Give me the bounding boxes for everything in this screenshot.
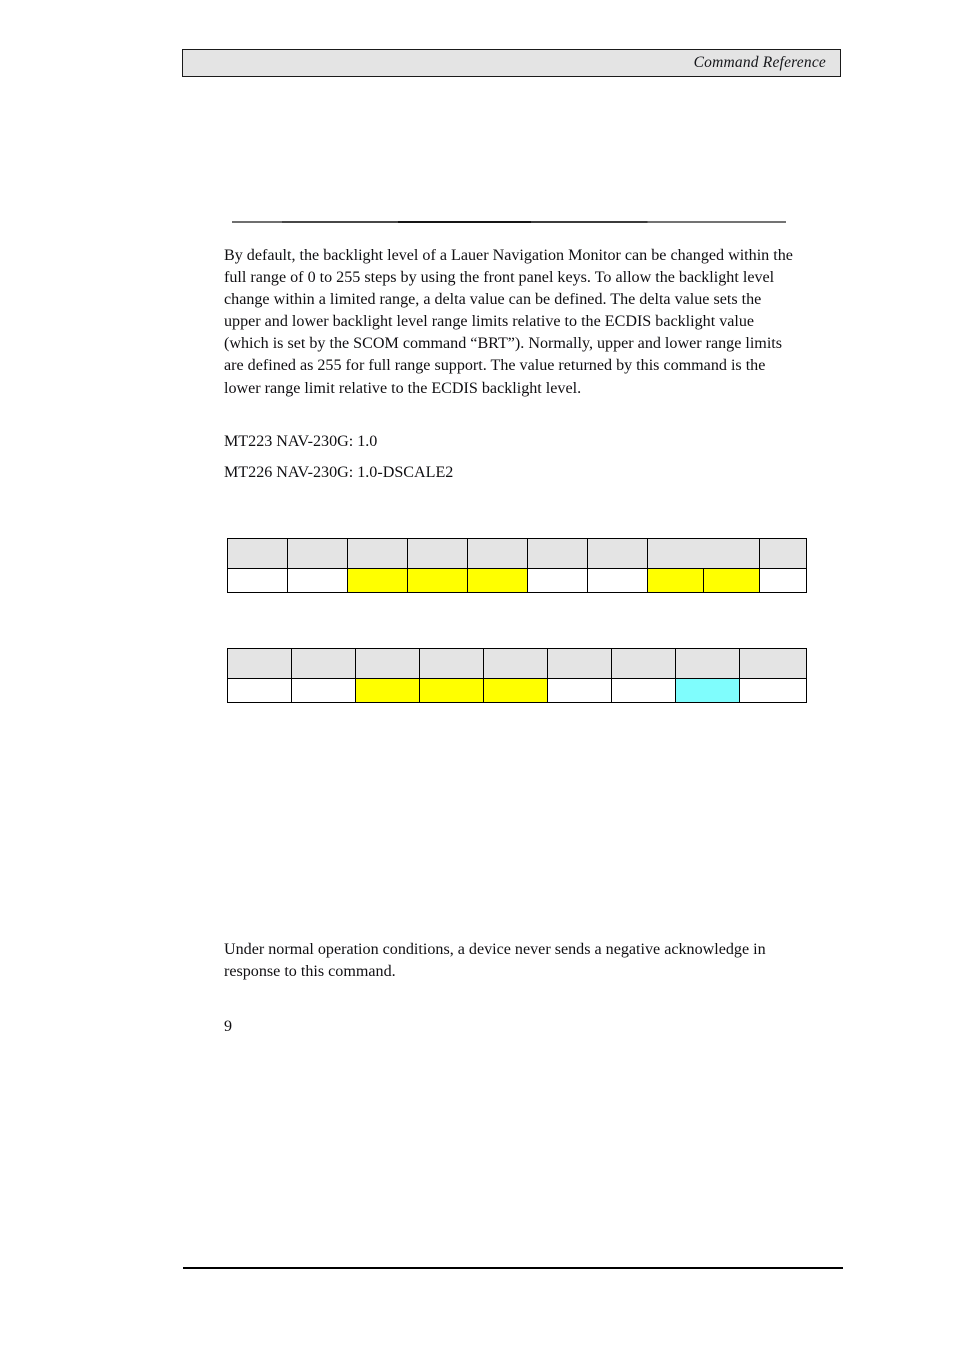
table-header-cell-1 — [291, 648, 356, 679]
table-data-cell-8 — [739, 678, 807, 703]
intro-paragraph: By default, the backlight level of a Lau… — [224, 247, 793, 397]
table-data-cell-2 — [355, 678, 420, 703]
version-line-mt226: MT226 NAV-230G: 1.0-DSCALE2 — [224, 464, 454, 481]
version-line-mt223: MT223 NAV-230G: 1.0 — [224, 433, 378, 450]
page-number: 9 — [224, 1018, 233, 1035]
table-header-cell-0 — [227, 538, 288, 569]
table-header-cell-2 — [355, 648, 420, 679]
table-header-cell-2 — [347, 538, 408, 569]
table-data-cell-6 — [611, 678, 676, 703]
table-header-cell-4 — [467, 538, 528, 569]
response-frame-table-body — [227, 648, 807, 703]
table-header-cell-5 — [547, 648, 612, 679]
table-data-cell-4 — [467, 568, 528, 593]
table-header-cell-8 — [739, 648, 807, 679]
section-divider-rule — [232, 221, 786, 223]
table-data-cell-7 — [647, 568, 704, 593]
response-frame-table — [227, 648, 807, 703]
table-data-cell-1 — [291, 678, 356, 703]
table-data-cell-3 — [407, 568, 468, 593]
table-data-cell-4 — [483, 678, 548, 703]
table-row — [227, 568, 807, 593]
table-header-cell-4 — [483, 648, 548, 679]
table-row — [227, 678, 807, 703]
negative-acknowledge-paragraph: Under normal operation conditions, a dev… — [224, 941, 766, 981]
table-header-row — [227, 538, 807, 569]
table-data-cell-5 — [527, 568, 588, 593]
table-header-cell-0 — [227, 648, 292, 679]
table-header-cell-1 — [287, 538, 348, 569]
table-data-cell-8 — [703, 568, 760, 593]
table-header-cell-6 — [587, 538, 648, 569]
page-header-title: Command Reference — [693, 54, 826, 71]
table-data-cell-7 — [675, 678, 740, 703]
table-header-cell-5 — [527, 538, 588, 569]
page-running-header: Command Reference — [182, 49, 841, 77]
table-header-cell-7 — [675, 648, 740, 679]
page-footer-rule — [183, 1267, 843, 1269]
table-data-cell-0 — [227, 568, 288, 593]
table-header-cell-3 — [419, 648, 484, 679]
table-data-cell-9 — [759, 568, 807, 593]
table-data-cell-6 — [587, 568, 648, 593]
table-data-cell-3 — [419, 678, 484, 703]
table-header-row — [227, 648, 807, 679]
request-frame-table — [227, 538, 807, 593]
table-data-cell-2 — [347, 568, 408, 593]
table-data-cell-0 — [227, 678, 292, 703]
table-header-cell-7 — [647, 538, 760, 569]
table-header-cell-8 — [759, 538, 807, 569]
table-header-cell-6 — [611, 648, 676, 679]
table-data-cell-5 — [547, 678, 612, 703]
table-data-cell-1 — [287, 568, 348, 593]
table-header-cell-3 — [407, 538, 468, 569]
request-frame-table-body — [227, 538, 807, 593]
